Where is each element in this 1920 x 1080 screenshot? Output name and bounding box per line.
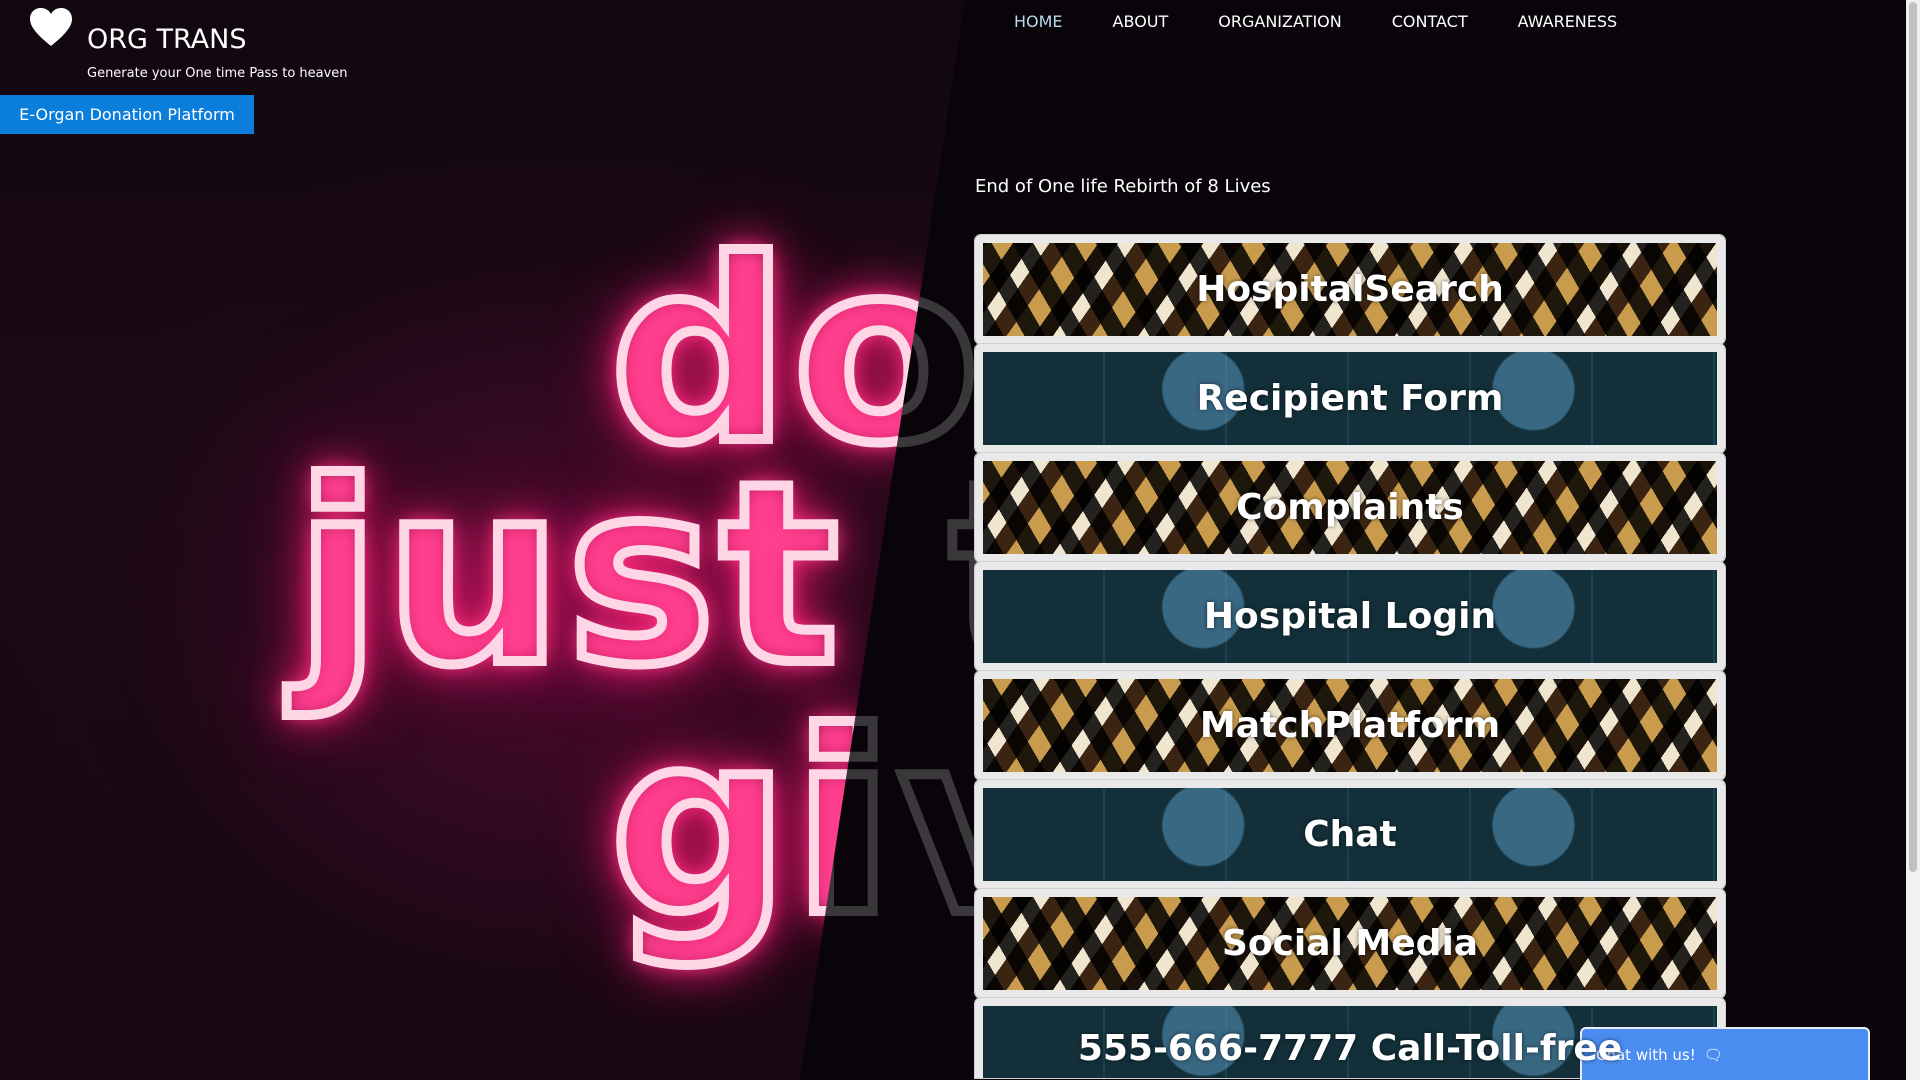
- tile-label: HospitalSearch: [1196, 269, 1504, 310]
- hospital-search-button[interactable]: HospitalSearch: [974, 234, 1726, 345]
- tile-label: Complaints: [1236, 487, 1464, 528]
- tile-label: 555-666-7777 Call-Toll-free: [1077, 1028, 1623, 1069]
- recipient-form-button[interactable]: Recipient Form: [974, 343, 1726, 454]
- tile-label: Recipient Form: [1196, 378, 1504, 419]
- toll-free-call-button[interactable]: 555-666-7777 Call-Toll-free: [974, 997, 1726, 1079]
- tile-label: Social Media: [1221, 923, 1479, 964]
- match-platform-button[interactable]: MatchPlatform: [974, 670, 1726, 781]
- brand-subtitle: Generate your One time Pass to heaven: [87, 66, 348, 81]
- neon-word-2: just: [290, 429, 844, 720]
- scrollbar[interactable]: [1906, 0, 1920, 1080]
- action-tiles: HospitalSearch Recipient Form Complaints…: [974, 234, 1726, 1079]
- brand-title: ORG TRANS: [87, 24, 247, 55]
- tile-label: MatchPlatform: [1199, 705, 1501, 746]
- chat-widget[interactable]: Chat with us! 🗨: [1580, 1027, 1870, 1080]
- e-organ-platform-button[interactable]: E-Organ Donation Platform: [0, 95, 254, 134]
- social-media-button[interactable]: Social Media: [974, 888, 1726, 999]
- nav-home[interactable]: HOME: [1014, 12, 1063, 31]
- scrollbar-thumb[interactable]: [1909, 2, 1917, 872]
- tagline: End of One life Rebirth of 8 Lives: [975, 176, 1271, 197]
- chat-bubbles-icon: 🗨: [1703, 1045, 1723, 1064]
- chat-button[interactable]: Chat: [974, 779, 1726, 890]
- heart-icon: [30, 8, 72, 46]
- nav-about[interactable]: ABOUT: [1113, 12, 1169, 31]
- tile-label: Chat: [1303, 814, 1397, 855]
- nav-awareness[interactable]: AWARENESS: [1518, 12, 1618, 31]
- nav-organization[interactable]: ORGANIZATION: [1218, 12, 1341, 31]
- tile-label: Hospital Login: [1203, 596, 1497, 637]
- nav-contact[interactable]: CONTACT: [1392, 12, 1468, 31]
- main-nav: HOME ABOUT ORGANIZATION CONTACT AWARENES…: [1014, 12, 1667, 31]
- hospital-login-button[interactable]: Hospital Login: [974, 561, 1726, 672]
- complaints-button[interactable]: Complaints: [974, 452, 1726, 563]
